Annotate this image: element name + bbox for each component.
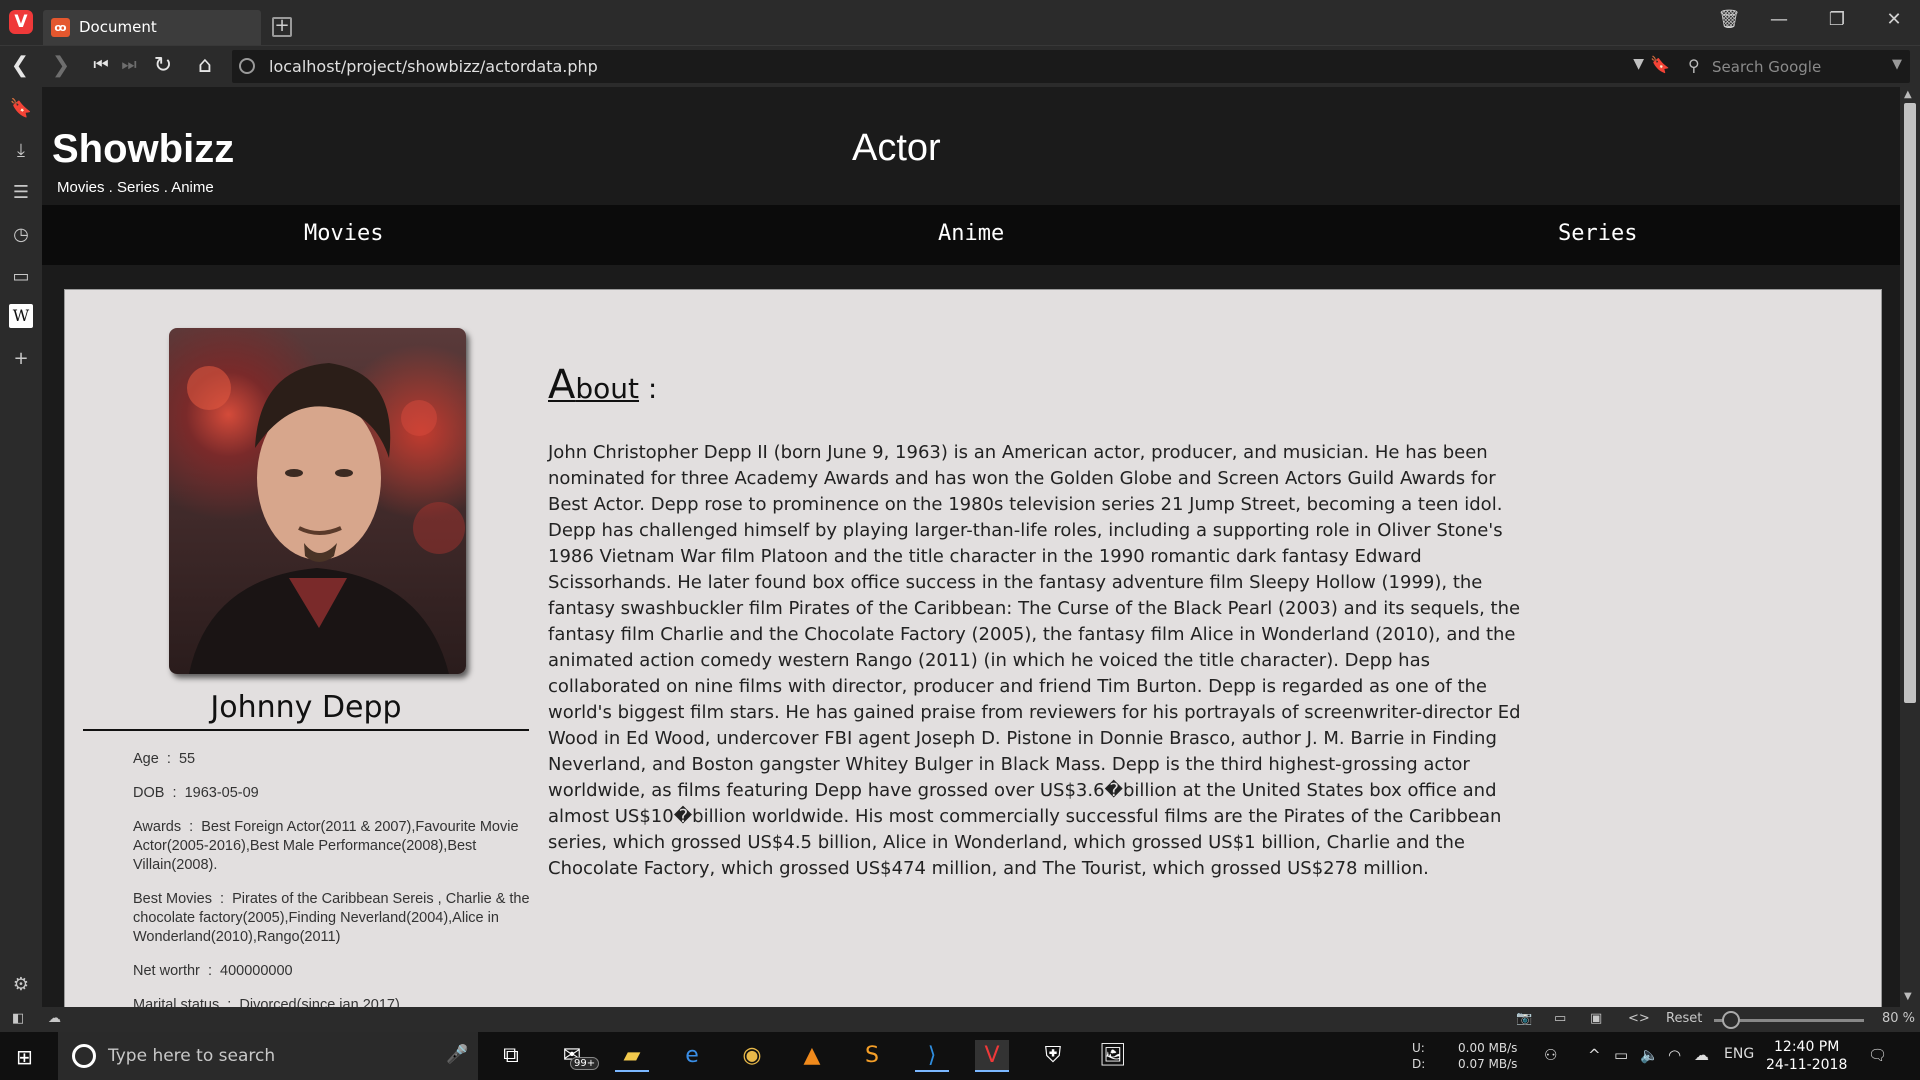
fact-age: Age : 55 [133, 751, 196, 767]
edge-icon[interactable]: e [675, 1040, 709, 1072]
bookmarks-icon[interactable]: 🔖 [9, 97, 33, 121]
windows-taskbar: ⊞ Type here to search 🎤 ⧉ ✉ 99+ ▰ e ◉ ▲ … [0, 1032, 1920, 1080]
new-tab-button[interactable]: + [272, 17, 292, 37]
site-brand[interactable]: Showbizz [52, 127, 234, 172]
page-favicon-icon: ꝏ [51, 18, 70, 37]
search-placeholder: Search Google [1712, 58, 1822, 76]
vivaldi-logo-icon[interactable]: V [9, 10, 33, 34]
notes-icon[interactable]: ☰ [9, 181, 33, 205]
sublime-text-icon[interactable]: S [855, 1040, 889, 1072]
zoom-reset-button[interactable]: Reset [1666, 1011, 1702, 1026]
add-panel-icon[interactable]: + [9, 347, 33, 371]
fact-dob: DOB : 1963-05-09 [133, 785, 259, 801]
tab-title: Document [79, 18, 157, 36]
window-panel-icon[interactable]: ▭ [9, 265, 33, 289]
site-navbar: Movies Anime Series [42, 205, 1900, 265]
vivaldi-taskbar-icon[interactable]: V [975, 1040, 1009, 1072]
volume-icon[interactable]: 🔈 [1640, 1046, 1659, 1064]
onedrive-cloud-icon[interactable]: ☁ [1694, 1046, 1709, 1064]
search-engine-field[interactable]: ⚲ Search Google ▼ [1680, 50, 1910, 83]
about-heading: About : [548, 362, 658, 408]
language-indicator[interactable]: ENG [1724, 1046, 1754, 1062]
trash-icon[interactable]: 🗑 [1714, 9, 1744, 30]
actor-photo [169, 328, 466, 674]
browser-tab[interactable]: ꝏ Document [43, 10, 261, 45]
bookmark-icon[interactable]: 🔖 [1650, 55, 1670, 74]
mail-badge: 99+ [570, 1057, 600, 1070]
vscode-icon[interactable]: ⟩ [915, 1040, 949, 1072]
sync-cloud-icon[interactable]: ☁ [48, 1011, 61, 1026]
net-labels: U: D: [1412, 1041, 1426, 1071]
minimize-button[interactable]: — [1764, 9, 1794, 30]
page-actions-icon[interactable]: <> [1628, 1011, 1650, 1026]
tray-chevron-icon[interactable]: ^ [1588, 1046, 1601, 1064]
chrome-icon[interactable]: ◉ [735, 1040, 769, 1072]
zoom-level: 80 % [1882, 1011, 1916, 1026]
url-text[interactable]: localhost/project/showbizz/actordata.php [269, 57, 598, 76]
taskbar-search-box[interactable]: Type here to search 🎤 [58, 1032, 478, 1080]
scroll-up-arrow-icon[interactable]: ▲ [1904, 89, 1912, 100]
panel-toggle-icon[interactable]: ◧ [12, 1011, 24, 1026]
wikipedia-icon[interactable]: W [9, 304, 33, 328]
browser-status-bar: ◧ ☁ 📷 ▭ ▣ <> Reset 80 % [0, 1007, 1920, 1032]
windows-start-icon[interactable]: ⊞ [16, 1045, 38, 1069]
fact-marital-status: Marital status : Divorced(since jan 2017… [133, 997, 400, 1007]
vlc-icon[interactable]: ▲ [795, 1040, 829, 1072]
photos-icon[interactable]: 🖼 [1096, 1040, 1130, 1072]
restore-button[interactable]: ❐ [1822, 9, 1852, 30]
nav-link-series[interactable]: Series [1558, 221, 1637, 246]
people-icon[interactable]: ⚇ [1544, 1046, 1557, 1064]
taskbar-search-placeholder: Type here to search [108, 1046, 276, 1066]
nav-link-anime[interactable]: Anime [938, 221, 1004, 246]
actor-card: Johnny Depp Age : 55 DOB : 1963-05-09 Aw… [64, 289, 1882, 1007]
fact-best-movies: Best Movies : Pirates of the Caribbean S… [133, 891, 530, 945]
wifi-icon[interactable]: ◠ [1668, 1046, 1681, 1064]
site-tagline: Movies . Series . Anime [57, 179, 214, 196]
site-header: Showbizz Movies . Series . Anime Actor [42, 87, 1900, 205]
forward-arrow-icon[interactable]: ❯ [46, 53, 76, 78]
notification-center-icon[interactable]: 🗨 [1868, 1046, 1887, 1064]
page-viewport: Showbizz Movies . Series . Anime Actor M… [42, 87, 1900, 1007]
address-toolbar: ❮ ❯ ⏮ ⏭ ↻ ⌂ localhost/project/showbizz/a… [0, 45, 1920, 87]
settings-gear-icon[interactable]: ⚙ [9, 973, 33, 997]
home-icon[interactable]: ⌂ [190, 53, 220, 78]
downloads-icon[interactable]: ⤓ [9, 139, 33, 163]
nav-link-movies[interactable]: Movies [304, 221, 383, 246]
microphone-icon[interactable]: 🎤 [446, 1044, 468, 1065]
browser-tab-bar: V ꝏ Document + 🗑 — ❐ ✕ [0, 0, 1920, 45]
actor-facts: Age : 55 DOB : 1963-05-09 Awards : Best … [133, 750, 533, 1007]
page-scrollbar[interactable]: ▲ ▼ [1900, 87, 1920, 1007]
history-icon[interactable]: ◷ [9, 223, 33, 247]
close-button[interactable]: ✕ [1879, 9, 1909, 30]
side-panel: 🔖 ⤓ ☰ ◷ ▭ W + ⚙ [0, 87, 42, 1007]
clock[interactable]: 12:40 PM 24-11-2018 [1766, 1038, 1847, 1074]
site-info-icon[interactable] [239, 58, 255, 74]
url-field[interactable]: localhost/project/showbizz/actordata.php… [232, 50, 1684, 83]
tiling-icon[interactable]: ▭ [1554, 1011, 1566, 1026]
images-toggle-icon[interactable]: ▣ [1590, 1011, 1602, 1026]
page-title: Actor [852, 127, 941, 169]
net-speed: 0.00 MB/s 0.07 MB/s [1458, 1041, 1518, 1071]
fast-forward-icon[interactable]: ⏭ [114, 55, 144, 75]
search-icon: ⚲ [1688, 56, 1700, 75]
fact-awards: Awards : Best Foreign Actor(2011 & 2007)… [133, 819, 519, 873]
battery-icon[interactable]: ▭ [1614, 1046, 1628, 1064]
scroll-down-arrow-icon[interactable]: ▼ [1904, 991, 1912, 1002]
fact-net-worth: Net worthr : 400000000 [133, 963, 293, 979]
capture-camera-icon[interactable]: 📷 [1516, 1011, 1532, 1026]
search-engine-dropdown-icon[interactable]: ▼ [1892, 57, 1902, 72]
actor-name: Johnny Depp [83, 690, 529, 731]
zoom-slider-handle[interactable] [1722, 1011, 1740, 1029]
scroll-thumb[interactable] [1904, 103, 1916, 703]
rewind-icon[interactable]: ⏮ [86, 55, 116, 75]
task-view-icon[interactable]: ⧉ [494, 1040, 528, 1072]
back-arrow-icon[interactable]: ❮ [5, 53, 35, 78]
about-paragraph: John Christopher Depp II (born June 9, 1… [548, 442, 1521, 879]
file-explorer-icon[interactable]: ▰ [615, 1040, 649, 1072]
security-shield-icon[interactable]: ⛨ [1036, 1040, 1070, 1072]
url-dropdown-icon[interactable]: ▼ [1633, 56, 1644, 72]
reload-icon[interactable]: ↻ [148, 53, 178, 78]
cortana-icon [72, 1044, 96, 1068]
